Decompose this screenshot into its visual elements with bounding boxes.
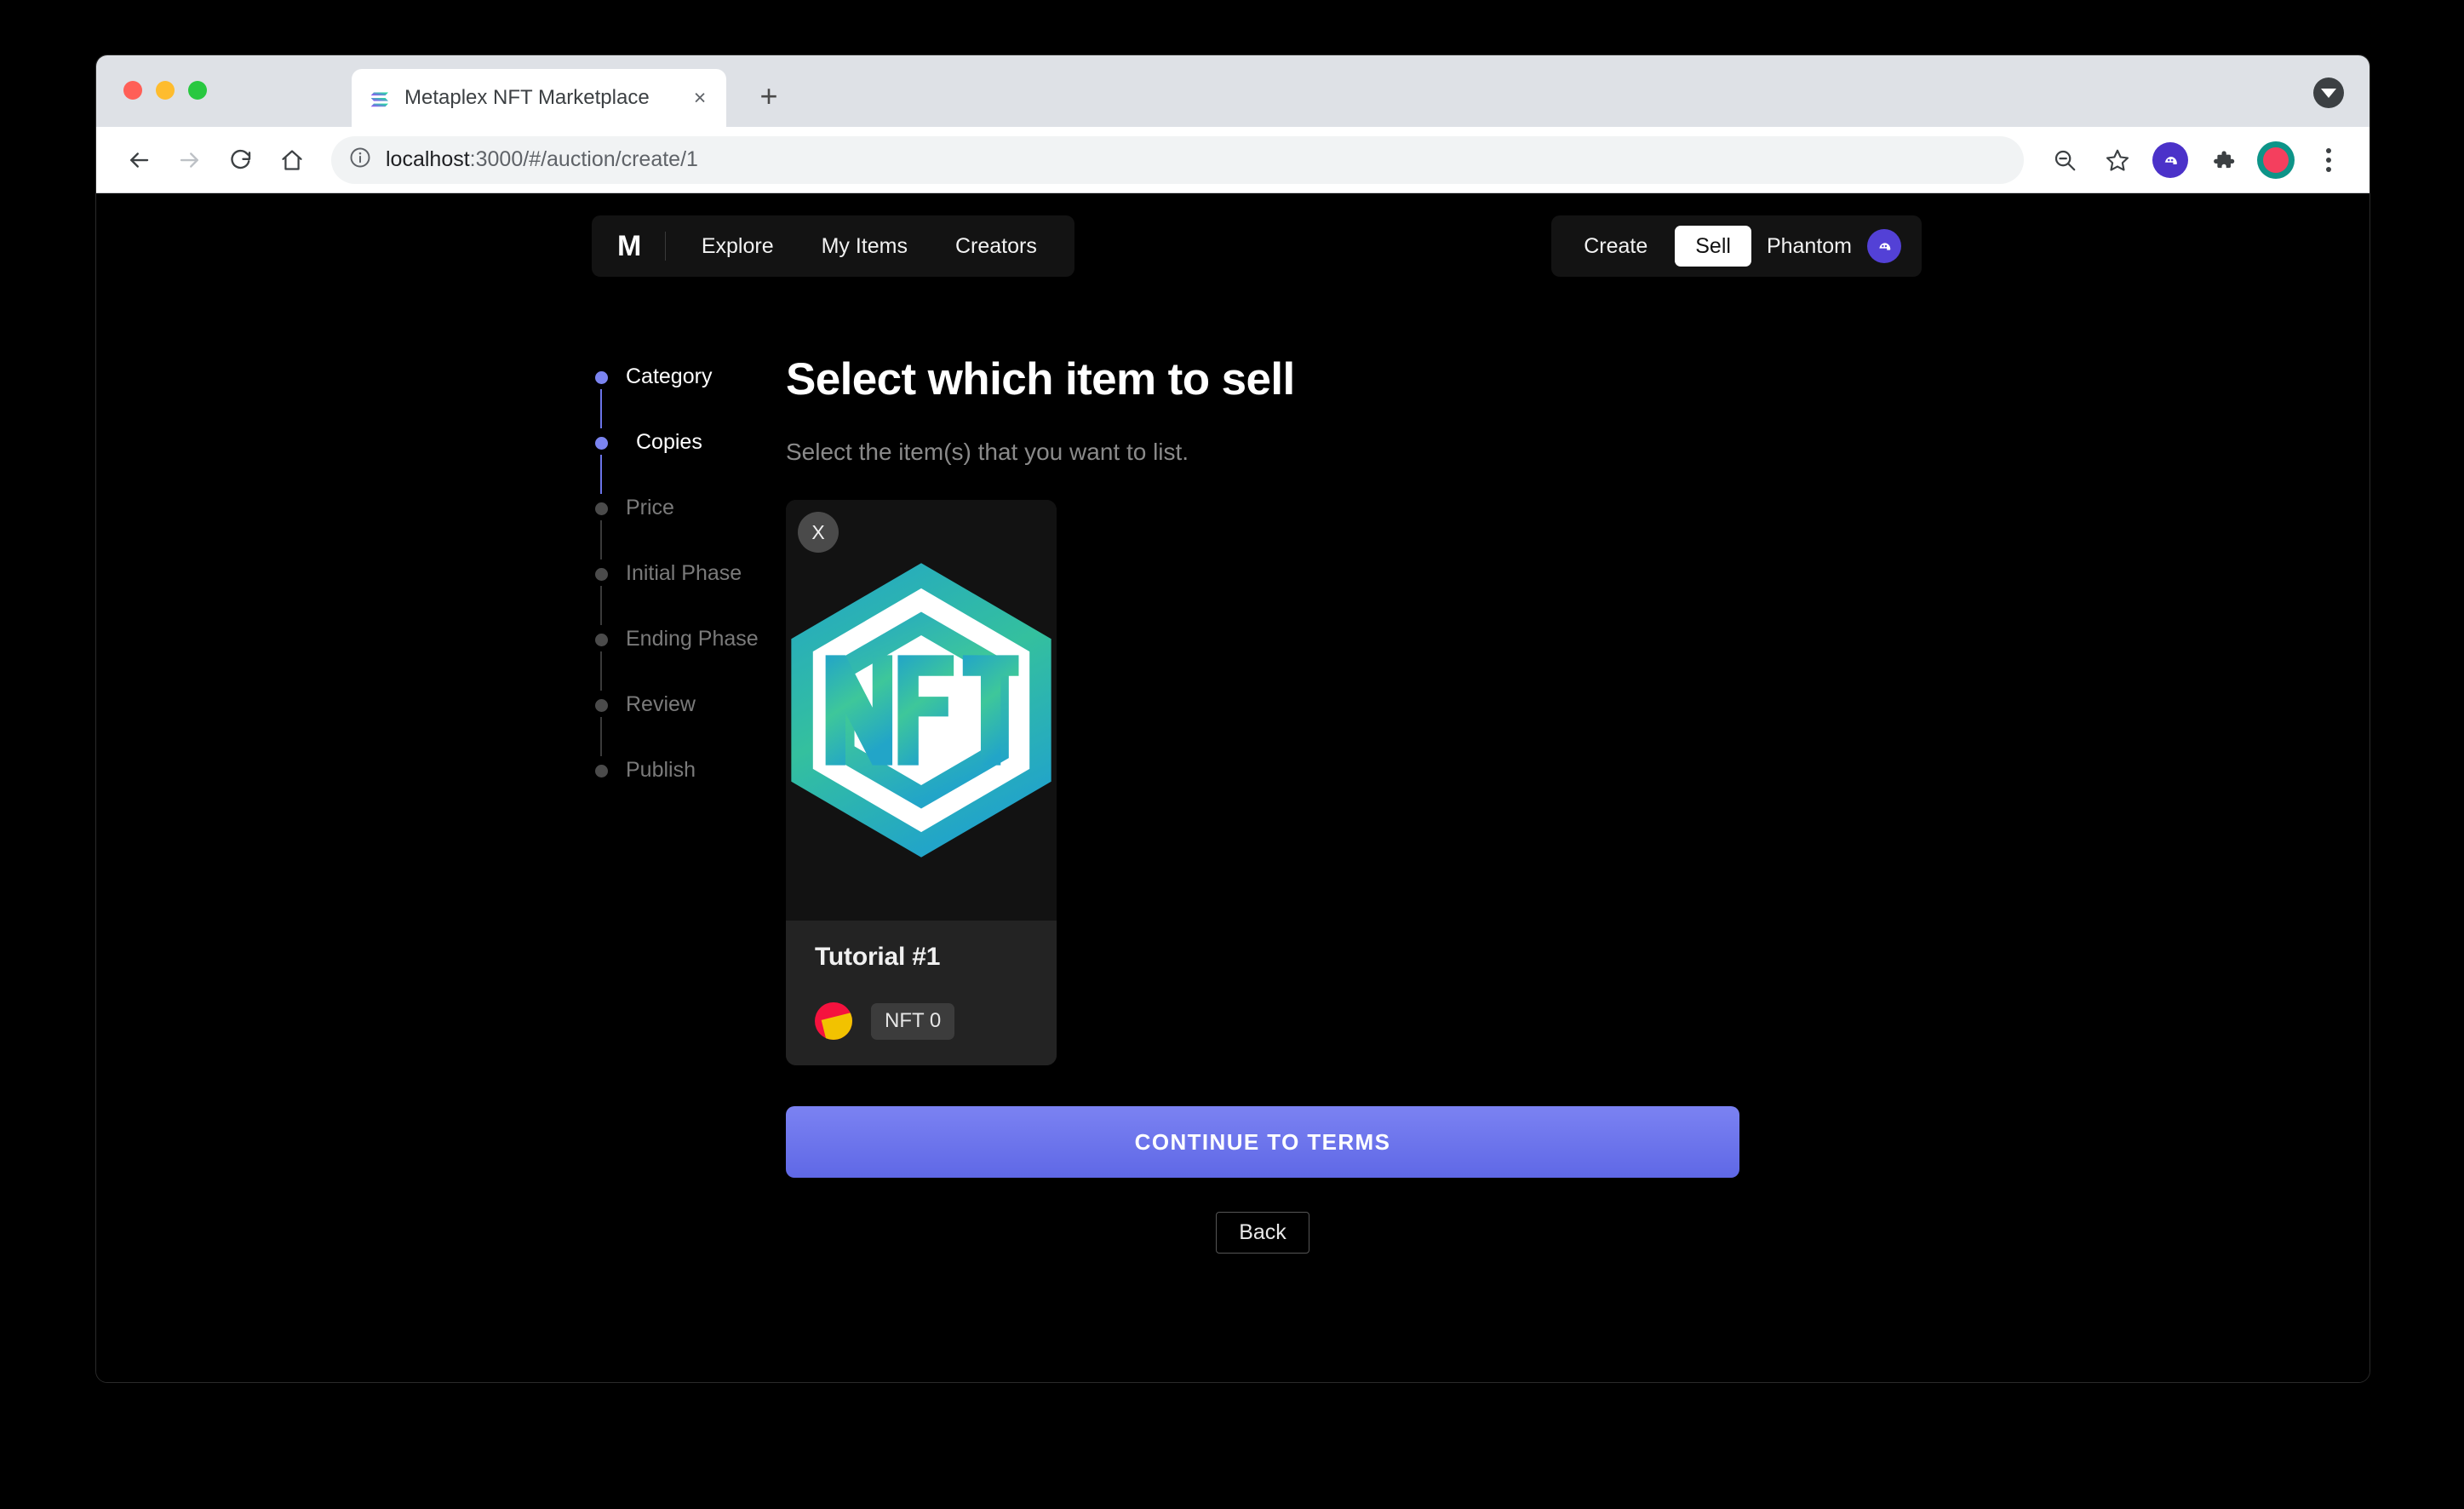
step-label: Publish (626, 758, 696, 782)
continue-to-terms-button[interactable]: CONTINUE TO TERMS (786, 1106, 1739, 1179)
nft-card-footer: NFT 0 (815, 1002, 1036, 1041)
browser-tabstrip: Metaplex NFT Marketplace × + (96, 55, 2369, 127)
step-dot-icon (595, 502, 608, 515)
url-path: :3000/#/auction/create/1 (469, 147, 698, 171)
nft-badge: NFT 0 (871, 1002, 955, 1040)
address-bar-text: localhost:3000/#/auction/create/1 (386, 147, 698, 172)
nav-link-explore[interactable]: Explore (690, 227, 786, 266)
url-host: localhost (386, 147, 470, 171)
star-icon[interactable] (2095, 138, 2140, 182)
close-window-button[interactable] (123, 81, 142, 100)
step-label: Review (626, 692, 696, 716)
wallet-name-label[interactable]: Phantom (1767, 234, 1852, 259)
minimize-window-button[interactable] (156, 81, 175, 100)
page-title: Select which item to sell (786, 354, 1295, 405)
info-icon[interactable] (348, 146, 372, 174)
tab-title: Metaplex NFT Marketplace (404, 86, 650, 109)
step-price[interactable]: Price (595, 495, 791, 560)
step-connector (600, 520, 602, 559)
forward-icon[interactable] (166, 136, 214, 184)
nft-image: X (786, 500, 1057, 921)
step-dot-icon (595, 699, 608, 712)
step-dot-icon (595, 765, 608, 777)
step-publish[interactable]: Publish (595, 757, 791, 823)
browser-toolbar: localhost:3000/#/auction/create/1 (96, 127, 2369, 193)
phantom-extension-icon[interactable] (2148, 138, 2192, 182)
zoom-out-icon[interactable] (2043, 138, 2087, 182)
step-dot-icon (595, 371, 608, 384)
step-connector (600, 389, 602, 428)
address-bar[interactable]: localhost:3000/#/auction/create/1 (331, 135, 2024, 184)
back-button[interactable]: Back (1216, 1212, 1309, 1254)
step-ending-phase[interactable]: Ending Phase (595, 626, 791, 691)
nft-title: Tutorial #1 (815, 943, 941, 972)
app-navbar-right: Create Sell Phantom (1551, 215, 1922, 277)
step-connector (600, 586, 602, 625)
kebab-menu-icon[interactable] (2306, 138, 2351, 182)
watermelon-avatar[interactable] (2254, 138, 2298, 182)
phantom-ghost-icon[interactable] (1867, 229, 1901, 263)
brand-logo[interactable]: M (617, 232, 666, 261)
remove-item-button[interactable]: X (798, 512, 839, 554)
close-icon[interactable]: × (687, 85, 713, 111)
back-icon[interactable] (115, 136, 163, 184)
window-traffic-lights (123, 81, 207, 100)
back-button-wrapper: Back (786, 1212, 1739, 1254)
step-copies[interactable]: Copies (595, 429, 791, 495)
browser-window: Metaplex NFT Marketplace × + localhost:3… (95, 55, 2370, 1383)
step-label: Ending Phase (626, 627, 759, 651)
nav-link-my-items[interactable]: My Items (810, 227, 920, 266)
step-connector (600, 651, 602, 691)
nav-link-creators[interactable]: Creators (943, 227, 1049, 266)
step-label: Category (626, 364, 713, 388)
new-tab-button[interactable]: + (750, 77, 788, 115)
step-connector (600, 717, 602, 756)
maximize-window-button[interactable] (188, 81, 207, 100)
nft-hexagon-logo-icon (791, 563, 1051, 858)
step-label: Copies (636, 430, 702, 454)
puzzle-icon[interactable] (2201, 138, 2245, 182)
wizard-steps: Category Copies Price Initial Phase Endi… (595, 364, 791, 823)
nft-card-meta: Tutorial #1 NFT 0 (786, 921, 1057, 1066)
solana-logo-icon (369, 86, 393, 110)
step-category[interactable]: Category (595, 364, 791, 429)
step-initial-phase[interactable]: Initial Phase (595, 560, 791, 626)
toolbar-icons (2043, 138, 2351, 182)
step-connector (600, 455, 602, 494)
create-button[interactable]: Create (1572, 227, 1659, 266)
step-dot-icon (595, 634, 608, 646)
sell-button[interactable]: Sell (1675, 226, 1751, 267)
home-icon[interactable] (268, 136, 316, 184)
nft-card[interactable]: X Tutorial #1 NFT 0 (786, 500, 1057, 1066)
chevron-down-icon[interactable] (2313, 77, 2344, 108)
step-review[interactable]: Review (595, 691, 791, 757)
step-label: Price (626, 496, 674, 519)
step-dot-icon (595, 437, 608, 450)
page-viewport: M Explore My Items Creators Create Sell … (96, 193, 2369, 1382)
step-label: Initial Phase (626, 561, 742, 585)
browser-tab[interactable]: Metaplex NFT Marketplace × (352, 69, 726, 127)
step-dot-icon (595, 568, 608, 581)
reload-icon[interactable] (217, 136, 265, 184)
creator-avatar (815, 1002, 852, 1041)
app-navbar-left: M Explore My Items Creators (592, 215, 1074, 277)
main-column: Select which item to sell Select the ite… (786, 347, 1739, 1254)
page-subtitle: Select the item(s) that you want to list… (786, 439, 1189, 466)
